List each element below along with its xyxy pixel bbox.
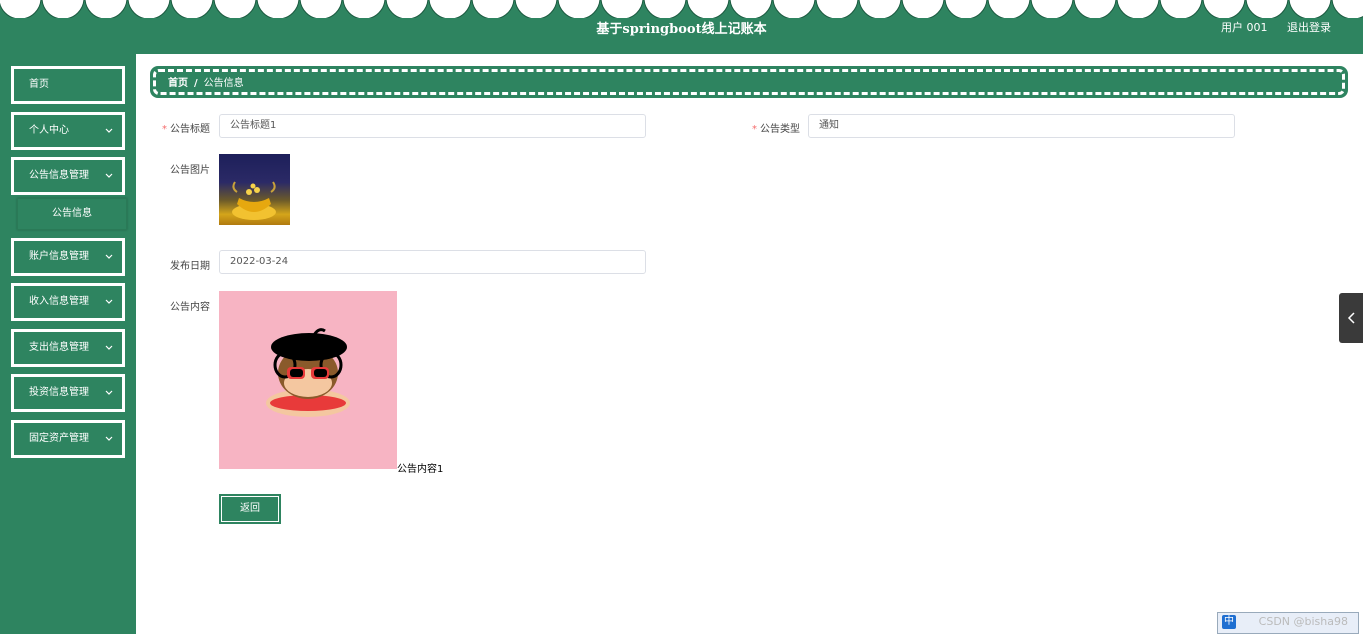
scallop <box>256 0 300 18</box>
sidebar-item-label: 支出信息管理 <box>29 342 89 353</box>
breadcrumb-text: 首页 / 公告信息 <box>168 74 244 89</box>
chevron-left-icon <box>1347 312 1355 324</box>
scallop <box>729 0 773 18</box>
scallop <box>557 0 601 18</box>
scallop-border <box>0 0 1363 18</box>
sidebar-item-label: 投资信息管理 <box>29 387 89 398</box>
sidebar-item-investment-management[interactable]: 投资信息管理 <box>11 374 125 412</box>
scallop <box>1331 0 1363 18</box>
watermark: CSDN @bisha98 <box>1258 615 1348 628</box>
date-field[interactable]: 2022-03-24 <box>219 250 646 274</box>
sidebar-item-home[interactable]: 首页 <box>11 66 125 104</box>
breadcrumb-home-link[interactable]: 首页 <box>168 78 188 89</box>
sidebar-item-income-management[interactable]: 收入信息管理 <box>11 283 125 321</box>
chevron-down-icon <box>104 286 114 332</box>
top-header: 基于springboot线上记账本 用户 001 退出登录 <box>0 0 1363 54</box>
side-panel-toggle[interactable] <box>1339 293 1363 343</box>
type-field[interactable]: 通知 <box>808 114 1235 138</box>
date-label: 发布日期 <box>170 261 210 272</box>
scallop <box>1159 0 1203 18</box>
scallop <box>772 0 816 18</box>
sidebar-item-label: 固定资产管理 <box>29 433 89 444</box>
chevron-down-icon <box>104 241 114 287</box>
scallop <box>471 0 515 18</box>
scallop <box>1245 0 1289 18</box>
required-mark: * <box>752 124 757 135</box>
sidebar-item-label: 公告信息管理 <box>29 170 89 181</box>
scallop <box>1288 0 1332 18</box>
scallop <box>815 0 859 18</box>
sidebar-item-notice-management[interactable]: 公告信息管理 <box>11 157 125 195</box>
logout-link[interactable]: 退出登录 <box>1287 21 1331 34</box>
user-name[interactable]: 用户 001 <box>1221 21 1268 34</box>
sidebar-item-label: 首页 <box>29 79 49 90</box>
title-label-text: 公告标题 <box>170 124 210 135</box>
title-field[interactable]: 公告标题1 <box>219 114 646 138</box>
sidebar-item-fixed-assets-management[interactable]: 固定资产管理 <box>11 420 125 458</box>
content-label: 公告内容 <box>170 302 210 313</box>
scallop <box>84 0 128 18</box>
ime-icon[interactable]: 中 <box>1222 615 1236 629</box>
sidebar-subitem-notice-info[interactable]: 公告信息 <box>17 198 127 230</box>
sidebar-item-label: 账户信息管理 <box>29 251 89 262</box>
scallop <box>1202 0 1246 18</box>
app-title: 基于springboot线上记账本 <box>596 22 767 37</box>
breadcrumb-separator: / <box>194 78 198 89</box>
user-area: 用户 001 退出登录 <box>1205 19 1331 35</box>
scallop <box>1030 0 1074 18</box>
scallop <box>213 0 257 18</box>
scallop <box>170 0 214 18</box>
scallop <box>299 0 343 18</box>
content-image <box>219 291 397 469</box>
chevron-down-icon <box>104 332 114 378</box>
scallop <box>1116 0 1160 18</box>
sidebar-item-personal-center[interactable]: 个人中心 <box>11 112 125 150</box>
chevron-down-icon <box>104 423 114 469</box>
type-label: * 公告类型 <box>746 120 800 135</box>
sidebar-item-label: 收入信息管理 <box>29 296 89 307</box>
chevron-down-icon <box>104 115 114 161</box>
sidebar: 首页 个人中心 公告信息管理 公告信息 账户信息管理 收入信息管理 支出信息管理… <box>0 54 136 634</box>
system-tray: 中 CSDN @bisha98 <box>1217 612 1359 634</box>
sidebar-item-label: 个人中心 <box>29 125 69 136</box>
required-mark: * <box>162 124 167 135</box>
scallop <box>41 0 85 18</box>
notice-image <box>219 154 290 225</box>
scallop <box>858 0 902 18</box>
content-text: 公告内容1 <box>397 464 444 475</box>
type-label-text: 公告类型 <box>760 124 800 135</box>
scallop <box>514 0 558 18</box>
scallop <box>428 0 472 18</box>
title-label: * 公告标题 <box>158 120 210 135</box>
breadcrumb-border <box>153 69 1345 95</box>
scallop <box>987 0 1031 18</box>
breadcrumb-current: 公告信息 <box>203 78 244 89</box>
image-label: 公告图片 <box>170 165 210 176</box>
scallop <box>643 0 687 18</box>
scallop <box>686 0 730 18</box>
chevron-down-icon <box>104 377 114 423</box>
scallop <box>944 0 988 18</box>
scallop <box>342 0 386 18</box>
sidebar-item-expense-management[interactable]: 支出信息管理 <box>11 329 125 367</box>
sidebar-item-account-management[interactable]: 账户信息管理 <box>11 238 125 276</box>
breadcrumb: 首页 / 公告信息 <box>150 66 1348 98</box>
main-content: 首页 / 公告信息 * 公告标题 公告标题1 * 公告类型 通知 公告图片 发布日期 2… <box>138 54 1363 634</box>
scallop <box>385 0 429 18</box>
back-button[interactable]: 返回 <box>219 494 281 524</box>
scallop <box>0 0 42 18</box>
scallop <box>1073 0 1117 18</box>
scallop <box>127 0 171 18</box>
scallop <box>901 0 945 18</box>
scallop <box>600 0 644 18</box>
